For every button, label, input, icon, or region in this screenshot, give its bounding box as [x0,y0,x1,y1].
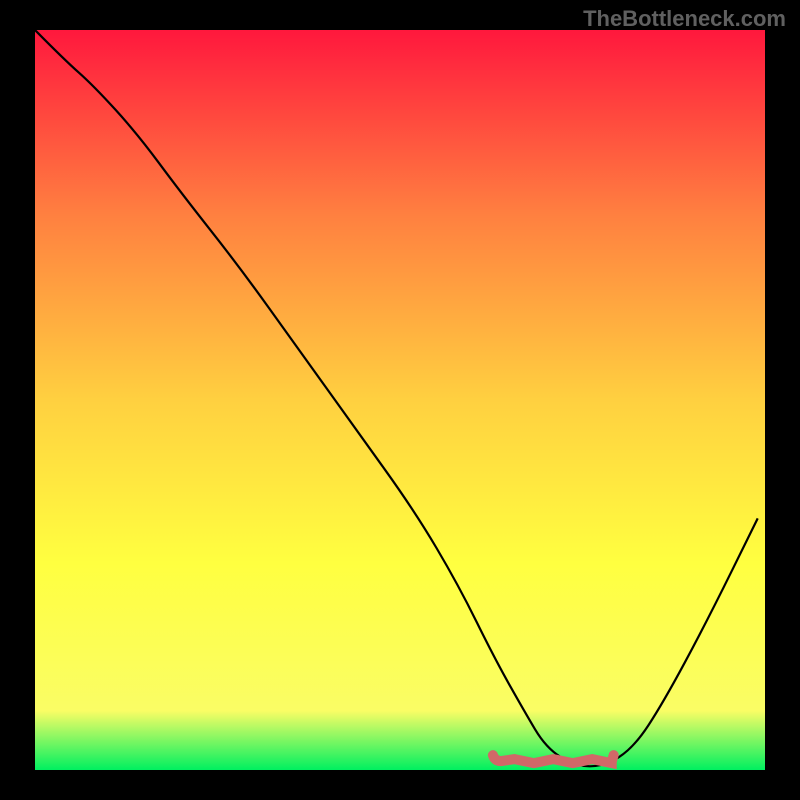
chart-svg [35,30,765,770]
gradient-background [35,30,765,770]
watermark-text: TheBottleneck.com [583,6,786,32]
chart-container: TheBottleneck.com [0,0,800,800]
plot-area [35,30,765,770]
flat-region-marker [493,755,614,763]
